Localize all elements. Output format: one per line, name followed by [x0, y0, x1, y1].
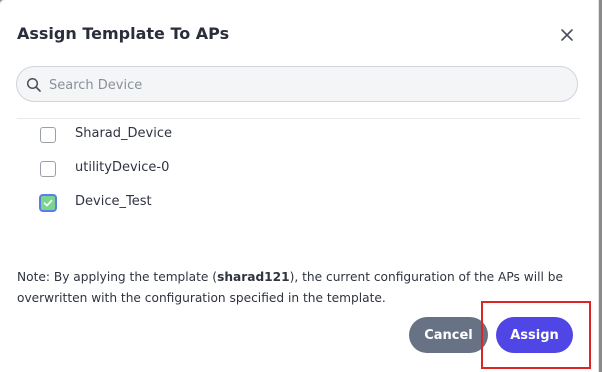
checkmark-icon: [43, 199, 53, 207]
device-list: Sharad_Device utilityDevice-0 Device_Tes…: [0, 118, 598, 248]
assign-button[interactable]: Assign: [496, 317, 573, 353]
template-name: sharad121: [217, 270, 290, 284]
cancel-button[interactable]: Cancel: [409, 317, 488, 353]
search-input[interactable]: [47, 67, 571, 103]
device-checkbox[interactable]: [40, 127, 56, 143]
search-box: [16, 66, 578, 103]
device-label: Sharad_Device: [75, 126, 172, 141]
dialog-title: Assign Template To APs: [17, 24, 230, 43]
assign-template-dialog: Assign Template To APs Sharad_Device uti…: [0, 0, 598, 372]
device-label: utilityDevice-0: [75, 160, 170, 175]
note-prefix: Note: By applying the template (: [17, 270, 218, 284]
device-checkbox-checked[interactable]: [39, 194, 57, 212]
note-text: Note: By applying the template (sharad12…: [17, 267, 577, 309]
close-icon[interactable]: [557, 25, 577, 45]
device-checkbox[interactable]: [40, 161, 56, 177]
search-icon: [26, 77, 42, 93]
device-label: Device_Test: [75, 194, 152, 209]
